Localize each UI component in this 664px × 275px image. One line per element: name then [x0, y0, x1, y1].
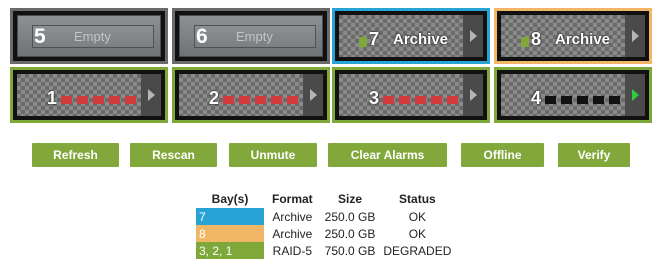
header-size: Size — [338, 192, 363, 206]
rescan-button[interactable]: Rescan — [130, 143, 217, 167]
legend-format-cell: Archive — [272, 226, 313, 241]
bay-8-archive-marker — [521, 37, 529, 47]
verify-button[interactable]: Verify — [558, 143, 630, 167]
bay-2-number: 2 — [209, 88, 220, 108]
bay-8-chevron-right-icon[interactable] — [625, 15, 645, 57]
legend-format-cell: RAID-5 — [272, 243, 312, 258]
activity-segment — [593, 96, 604, 104]
bay-2-chevron-right-icon[interactable] — [303, 74, 323, 116]
legend-bays-cell: 7 — [196, 208, 264, 225]
bay-5[interactable]: 5 Empty — [10, 8, 168, 64]
activity-segment — [399, 96, 410, 104]
bay-8-drive: 8 Archive — [501, 15, 645, 57]
activity-segment — [93, 96, 104, 104]
legend-size-cell: 750.0 GB — [324, 243, 376, 258]
legend-bays-cell: 8 — [196, 225, 264, 242]
bay-1-chevron-right-icon[interactable] — [141, 74, 161, 116]
bay-3-number: 3 — [369, 88, 380, 108]
legend-header-row: Bay(s) Format Size Status — [196, 190, 455, 208]
legend-status-cell: DEGRADED — [383, 243, 452, 258]
bay-6-number: 6 — [196, 25, 208, 48]
activity-segment — [287, 96, 298, 104]
bay-8-label: Archive — [555, 31, 611, 48]
unmute-button[interactable]: Unmute — [229, 143, 317, 167]
bay-4-play-icon[interactable] — [625, 74, 645, 116]
activity-segment — [61, 96, 72, 104]
activity-segment — [271, 96, 282, 104]
bay-7[interactable]: 7 Archive — [332, 8, 490, 64]
activity-segment — [431, 96, 442, 104]
activity-segment — [415, 96, 426, 104]
header-bays: Bay(s) — [211, 192, 249, 206]
activity-segment — [109, 96, 120, 104]
activity-segment — [239, 96, 250, 104]
activity-segment — [223, 96, 234, 104]
bay-4-number: 4 — [531, 88, 542, 108]
activity-segment — [383, 96, 394, 104]
bay-1-drive: 1 — [17, 74, 161, 116]
drive-bay-grid: 5 Empty 6 Empty 7 Archive 8 Archive 1 2 … — [10, 8, 658, 126]
bay-8[interactable]: 8 Archive — [494, 8, 652, 64]
bay-3[interactable]: 3 — [332, 67, 490, 123]
legend-size-cell: 250.0 GB — [324, 209, 376, 224]
bay-1-number: 1 — [47, 88, 58, 108]
bay-3-drive: 3 — [339, 74, 483, 116]
bay-2-activity-bar — [223, 96, 298, 104]
bay-7-drive: 7 Archive — [339, 15, 483, 57]
bay-8-number: 8 — [531, 29, 542, 49]
legend-status-cell: OK — [408, 226, 427, 241]
legend-format-cell: Archive — [272, 209, 313, 224]
table-row: 3, 2, 1 RAID-5 750.0 GB DEGRADED — [196, 242, 455, 259]
legend-size-cell: 250.0 GB — [324, 226, 376, 241]
activity-segment — [447, 96, 458, 104]
header-status: Status — [399, 192, 436, 206]
bay-6-empty-panel: 6 Empty — [179, 15, 323, 57]
activity-segment — [577, 96, 588, 104]
activity-segment — [125, 96, 136, 104]
activity-segment — [255, 96, 266, 104]
bay-2-drive: 2 — [179, 74, 323, 116]
activity-segment — [545, 96, 556, 104]
bay-4-activity-bar — [545, 96, 620, 104]
bay-7-archive-marker — [359, 37, 367, 47]
bay-3-chevron-right-icon[interactable] — [463, 74, 483, 116]
activity-segment — [77, 96, 88, 104]
legend-bays-cell: 3, 2, 1 — [196, 242, 264, 259]
bay-5-label: Empty — [74, 29, 111, 44]
bay-7-chevron-right-icon[interactable] — [463, 15, 483, 57]
bay-6-label: Empty — [236, 29, 273, 44]
bay-6[interactable]: 6 Empty — [172, 8, 330, 64]
activity-segment — [561, 96, 572, 104]
activity-segment — [609, 96, 620, 104]
bay-4-drive: 4 — [501, 74, 645, 116]
legend-status-cell: OK — [408, 209, 427, 224]
table-row: 7 Archive 250.0 GB OK — [196, 208, 455, 225]
volume-legend-table: Bay(s) Format Size Status 7 Archive 250.… — [196, 190, 455, 259]
clear-alarms-button[interactable]: Clear Alarms — [328, 143, 447, 167]
header-format: Format — [272, 192, 313, 206]
bay-3-activity-bar — [383, 96, 458, 104]
bay-7-number: 7 — [369, 29, 380, 49]
bay-5-number: 5 — [34, 25, 46, 48]
bay-7-label: Archive — [393, 31, 449, 48]
offline-button[interactable]: Offline — [461, 143, 544, 167]
refresh-button[interactable]: Refresh — [32, 143, 119, 167]
bay-5-empty-panel: 5 Empty — [17, 15, 161, 57]
bay-4[interactable]: 4 — [494, 67, 652, 123]
bay-2[interactable]: 2 — [172, 67, 330, 123]
table-row: 8 Archive 250.0 GB OK — [196, 225, 455, 242]
bay-1[interactable]: 1 — [10, 67, 168, 123]
action-toolbar: Refresh Rescan Unmute Clear Alarms Offli… — [32, 143, 652, 167]
bay-1-activity-bar — [61, 96, 136, 104]
